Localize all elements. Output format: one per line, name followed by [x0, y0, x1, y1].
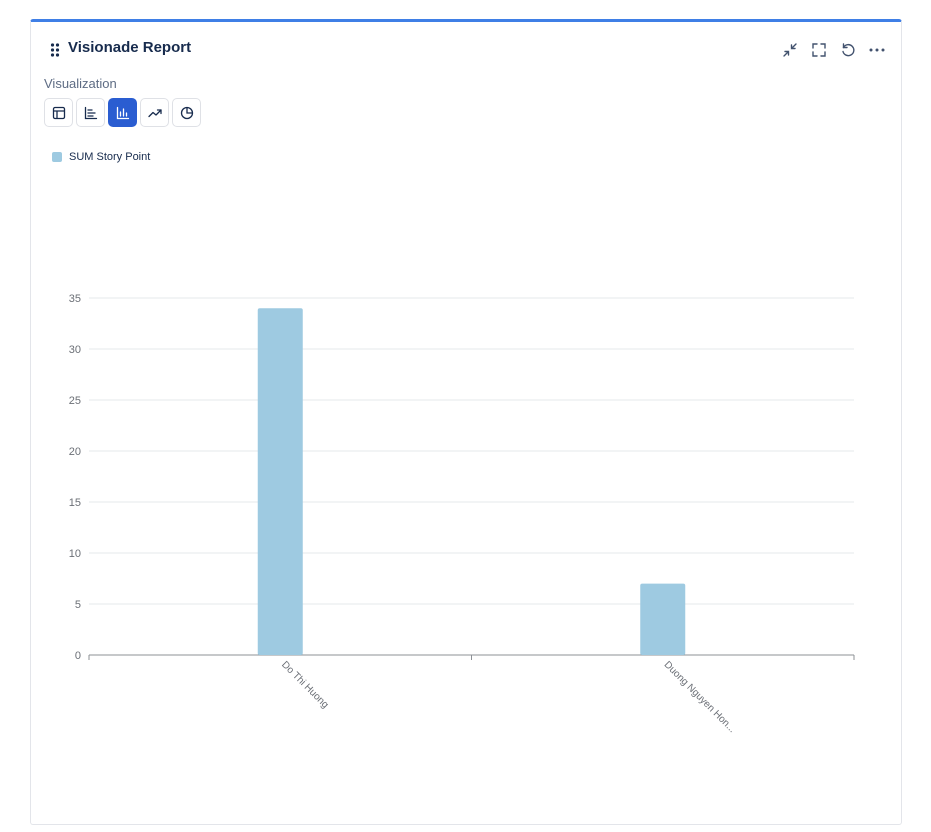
y-tick-label: 15 [69, 497, 81, 509]
y-tick-label: 25 [69, 395, 81, 407]
report-card: Visionade Report Visualization SUM Story… [30, 19, 902, 825]
y-tick-label: 10 [69, 548, 81, 560]
y-tick-label: 30 [69, 344, 81, 356]
bar [640, 583, 686, 655]
bar [257, 308, 303, 655]
bar-chart: 0 5 10 15 20 25 30 35 Do Thi Huong Duong Nguyen H… [69, 293, 855, 735]
y-tick-label: 5 [75, 599, 81, 611]
y-tick-label: 0 [75, 650, 81, 662]
y-tick-label: 20 [69, 446, 81, 458]
x-tick-label: Do Thi Huong [279, 659, 330, 710]
x-tick-label: Duong Nguyen Hon... [662, 659, 738, 735]
y-tick-label: 35 [69, 293, 81, 305]
